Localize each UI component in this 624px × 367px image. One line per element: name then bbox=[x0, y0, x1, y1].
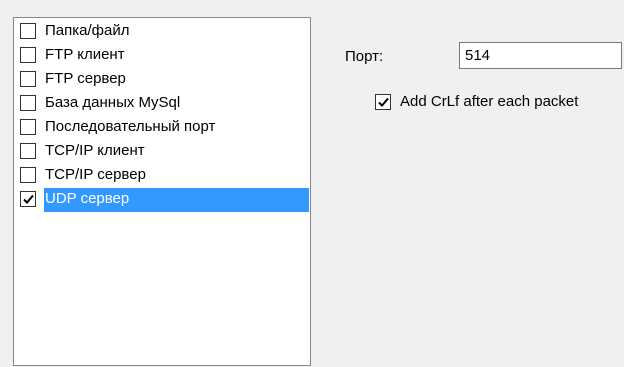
window-client-area: Папка/файл FTP клиент FTP сервер База да… bbox=[0, 0, 624, 367]
list-item[interactable]: UDP сервер bbox=[14, 188, 310, 212]
list-item-label: TCP/IP клиент bbox=[45, 142, 145, 159]
checkbox[interactable] bbox=[20, 23, 36, 39]
checkbox[interactable] bbox=[20, 71, 36, 87]
list-item[interactable]: FTP сервер bbox=[14, 68, 310, 92]
list-item[interactable]: Последовательный порт bbox=[14, 116, 310, 140]
list-item-label: FTP клиент bbox=[45, 46, 125, 63]
list-item[interactable]: База данных MySql bbox=[14, 92, 310, 116]
crlf-label[interactable]: Add CrLf after each packet bbox=[400, 93, 578, 111]
checkbox[interactable] bbox=[20, 167, 36, 183]
checkbox[interactable] bbox=[20, 143, 36, 159]
port-input[interactable] bbox=[459, 42, 622, 69]
list-item[interactable]: TCP/IP клиент bbox=[14, 140, 310, 164]
crlf-checkbox-row[interactable]: Add CrLf after each packet bbox=[375, 93, 578, 111]
checkbox[interactable] bbox=[20, 47, 36, 63]
list-item[interactable]: Папка/файл bbox=[14, 20, 310, 44]
list-item-label: Последовательный порт bbox=[45, 118, 216, 135]
list-item-label: Папка/файл bbox=[45, 22, 130, 39]
list-item[interactable]: FTP клиент bbox=[14, 44, 310, 68]
checkmark-icon bbox=[377, 97, 389, 107]
list-item[interactable]: TCP/IP сервер bbox=[14, 164, 310, 188]
checkmark-icon bbox=[22, 194, 34, 204]
list-item-label: UDP сервер bbox=[44, 188, 309, 212]
crlf-checkbox[interactable] bbox=[375, 94, 391, 110]
checkbox[interactable] bbox=[20, 191, 36, 207]
list-item-label: База данных MySql bbox=[45, 94, 181, 111]
source-type-checklist[interactable]: Папка/файл FTP клиент FTP сервер База да… bbox=[13, 17, 311, 366]
checkbox[interactable] bbox=[20, 95, 36, 111]
list-item-label: TCP/IP сервер bbox=[45, 166, 146, 183]
checkbox[interactable] bbox=[20, 119, 36, 135]
list-item-label: FTP сервер bbox=[45, 70, 126, 87]
port-label: Порт: bbox=[345, 48, 384, 65]
